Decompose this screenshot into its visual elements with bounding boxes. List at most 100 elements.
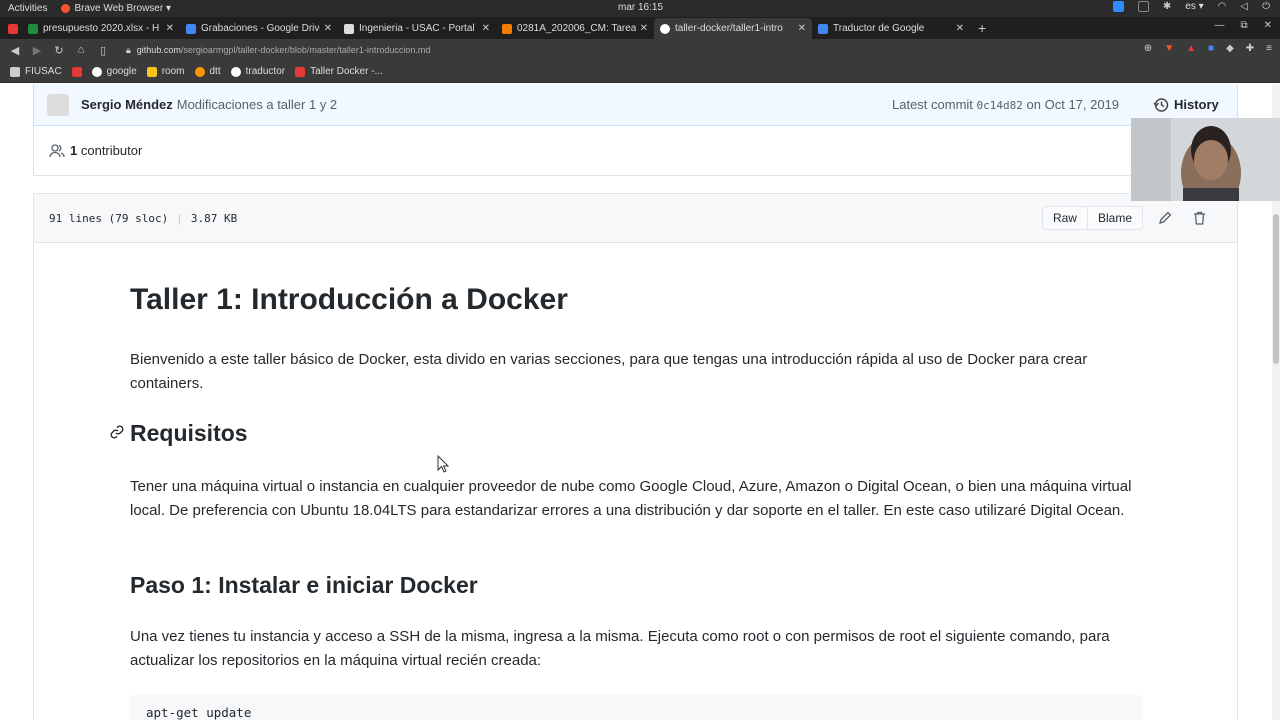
volume-icon[interactable]: ◁ [1240, 1, 1248, 12]
bookmark-label: Taller Docker -... [310, 66, 383, 77]
url-host: github.com [136, 45, 181, 55]
close-tab-icon[interactable]: ✕ [956, 23, 964, 34]
menu-icon[interactable]: ≡ [1266, 43, 1272, 54]
close-tab-icon[interactable]: ✕ [324, 23, 332, 34]
latest-commit-bar: Sergio Méndez Modificaciones a taller 1 … [33, 84, 1238, 126]
close-tab-icon[interactable]: ✕ [640, 23, 648, 34]
home-icon[interactable]: ⌂ [70, 44, 92, 56]
browser-tab[interactable]: 0281A_202006_CM: Tarea ✕ [496, 18, 654, 39]
dtt-icon [194, 66, 205, 77]
browser-tab[interactable]: presupuesto 2020.xlsx - H ✕ [22, 18, 180, 39]
bookmark-item[interactable]: FIUSAC [10, 66, 62, 77]
avatar[interactable] [47, 93, 69, 116]
code-block[interactable]: apt-get update [130, 695, 1142, 720]
back-icon[interactable]: ◀ [4, 44, 26, 57]
bookmark-label: dtt [209, 66, 221, 77]
file-info-divider: | [176, 211, 183, 225]
close-tab-icon[interactable]: ✕ [166, 23, 174, 34]
mouse-cursor-icon [437, 455, 449, 473]
presenter-video-icon [1131, 118, 1280, 201]
bookmark-item[interactable]: traductor [230, 66, 285, 77]
paso1-heading: Paso 1: Instalar e iniciar Docker [130, 572, 478, 598]
browser-toolbar: ◀ ▶ ↻ ⌂ ▯ 🔒︎ github.com/sergioarmgpl/tal… [0, 39, 1280, 61]
bluetooth-icon[interactable]: ✱ [1163, 1, 1171, 12]
translate-extension-icon[interactable]: ■ [1208, 43, 1214, 54]
extension-icon[interactable]: ◆ [1226, 43, 1234, 54]
scrollbar-thumb[interactable] [1273, 214, 1279, 364]
youtube-icon [295, 66, 306, 77]
reload-icon[interactable]: ↻ [48, 44, 70, 57]
delete-trash-icon[interactable] [1187, 206, 1211, 230]
minimize-icon[interactable]: — [1214, 20, 1224, 31]
browser-tab-active[interactable]: taller-docker/taller1-intro ✕ [654, 18, 812, 39]
commit-date: on Oct 17, 2019 [1026, 97, 1120, 112]
address-bar[interactable]: 🔒︎ github.com/sergioarmgpl/taller-docker… [126, 45, 430, 56]
brave-rewards-icon[interactable]: ▲ [1186, 43, 1196, 54]
youtube-icon [71, 66, 82, 77]
translate-favicon-icon [818, 23, 828, 34]
commit-message[interactable]: Modificaciones a taller 1 y 2 [177, 97, 337, 112]
contributors-link[interactable]: 1 contributor [70, 143, 142, 158]
tab-title: Traductor de Google [833, 23, 925, 34]
lock-icon: 🔒︎ [126, 44, 131, 55]
maximize-icon[interactable]: ⧉ [1240, 20, 1247, 31]
browser-tab[interactable]: Grabaciones - Google Drive ✕ [180, 18, 338, 39]
raw-button[interactable]: Raw [1041, 206, 1088, 230]
close-tab-icon[interactable]: ✕ [798, 23, 806, 34]
bookmark-item[interactable]: Taller Docker -... [295, 66, 383, 77]
bookmark-item[interactable]: google [91, 66, 137, 77]
requisitos-heading: Requisitos [130, 420, 248, 446]
contributors-bar: 1 contributor [33, 126, 1238, 176]
app-menu[interactable]: Brave Web Browser ▾ [61, 3, 171, 14]
wifi-icon[interactable]: ◠ [1218, 1, 1227, 12]
requisitos-paragraph: Tener una máquina virtual o instancia en… [130, 478, 1132, 519]
blame-button[interactable]: Blame [1087, 206, 1143, 230]
readme-body: Taller 1: Introducción a Docker Bienveni… [33, 243, 1238, 720]
moodle-favicon-icon [502, 23, 512, 34]
github-page: Sergio Méndez Modificaciones a taller 1 … [0, 84, 1280, 720]
history-button[interactable]: History [1153, 97, 1219, 113]
language-indicator[interactable]: es ▾ [1185, 1, 1203, 12]
browser-tab[interactable]: Traductor de Google ✕ [812, 18, 970, 39]
bookmark-icon[interactable]: ▯ [92, 44, 114, 57]
edit-pencil-icon[interactable] [1153, 206, 1177, 230]
close-window-icon[interactable]: ✕ [1264, 20, 1272, 31]
bookmark-item[interactable]: room [146, 66, 185, 77]
system-tray: ✱ es ▾ ◠ ◁ ⏻ [1112, 1, 1270, 12]
system-clock[interactable]: mar 16:15 [618, 2, 663, 13]
drive-favicon-icon [186, 23, 196, 34]
bookmark-item[interactable]: dtt [194, 66, 221, 77]
power-icon[interactable]: ⏻ [1262, 1, 1270, 12]
new-tab-plus-icon[interactable]: + [978, 18, 986, 39]
youtube-pinned-icon[interactable] [8, 24, 18, 34]
zoom-indicator-icon[interactable]: ⊕ [1144, 43, 1152, 54]
tab-title: 0281A_202006_CM: Tarea [517, 23, 636, 34]
system-top-panel: Activities Brave Web Browser ▾ mar 16:15… [0, 0, 1280, 17]
file-lines: 91 lines (79 sloc) [49, 211, 169, 225]
toolbar-actions: ⊕ ▼ ▲ ■ ◆ ✚ ≡ [1144, 43, 1272, 54]
tab-strip: presupuesto 2020.xlsx - H ✕ Grabaciones … [0, 17, 1280, 39]
tab-title: Ingenieria - USAC - Portal [359, 23, 475, 34]
anchor-link-icon[interactable] [110, 425, 124, 444]
bookmark-label: room [161, 66, 185, 77]
app-indicator-icon[interactable] [1137, 1, 1149, 12]
puzzle-icon[interactable]: ✚ [1246, 43, 1254, 54]
bookmark-item[interactable] [71, 66, 82, 77]
history-icon [1153, 97, 1169, 112]
forward-icon[interactable]: ▶ [26, 44, 48, 57]
bookmark-label: google [106, 66, 137, 77]
browser-tab[interactable]: Ingenieria - USAC - Portal ✕ [338, 18, 496, 39]
commit-author[interactable]: Sergio Méndez [81, 97, 173, 112]
brave-shields-icon[interactable]: ▼ [1164, 43, 1174, 54]
file-actions: Raw Blame [1041, 206, 1211, 230]
intro-paragraph: Bienvenido a este taller básico de Docke… [130, 351, 1088, 392]
activities-button[interactable]: Activities [8, 3, 47, 14]
tab-title: presupuesto 2020.xlsx - H [43, 23, 160, 34]
url-path: /sergioarmgpl/taller-docker/blob/master/… [180, 45, 431, 55]
close-tab-icon[interactable]: ✕ [482, 23, 490, 34]
commit-sha[interactable]: 0c14d82 [977, 99, 1023, 112]
fiusac-icon [10, 66, 20, 77]
zoom-icon[interactable] [1112, 1, 1124, 12]
contributors-label: contributor [80, 143, 143, 158]
sheets-favicon-icon [28, 23, 38, 34]
